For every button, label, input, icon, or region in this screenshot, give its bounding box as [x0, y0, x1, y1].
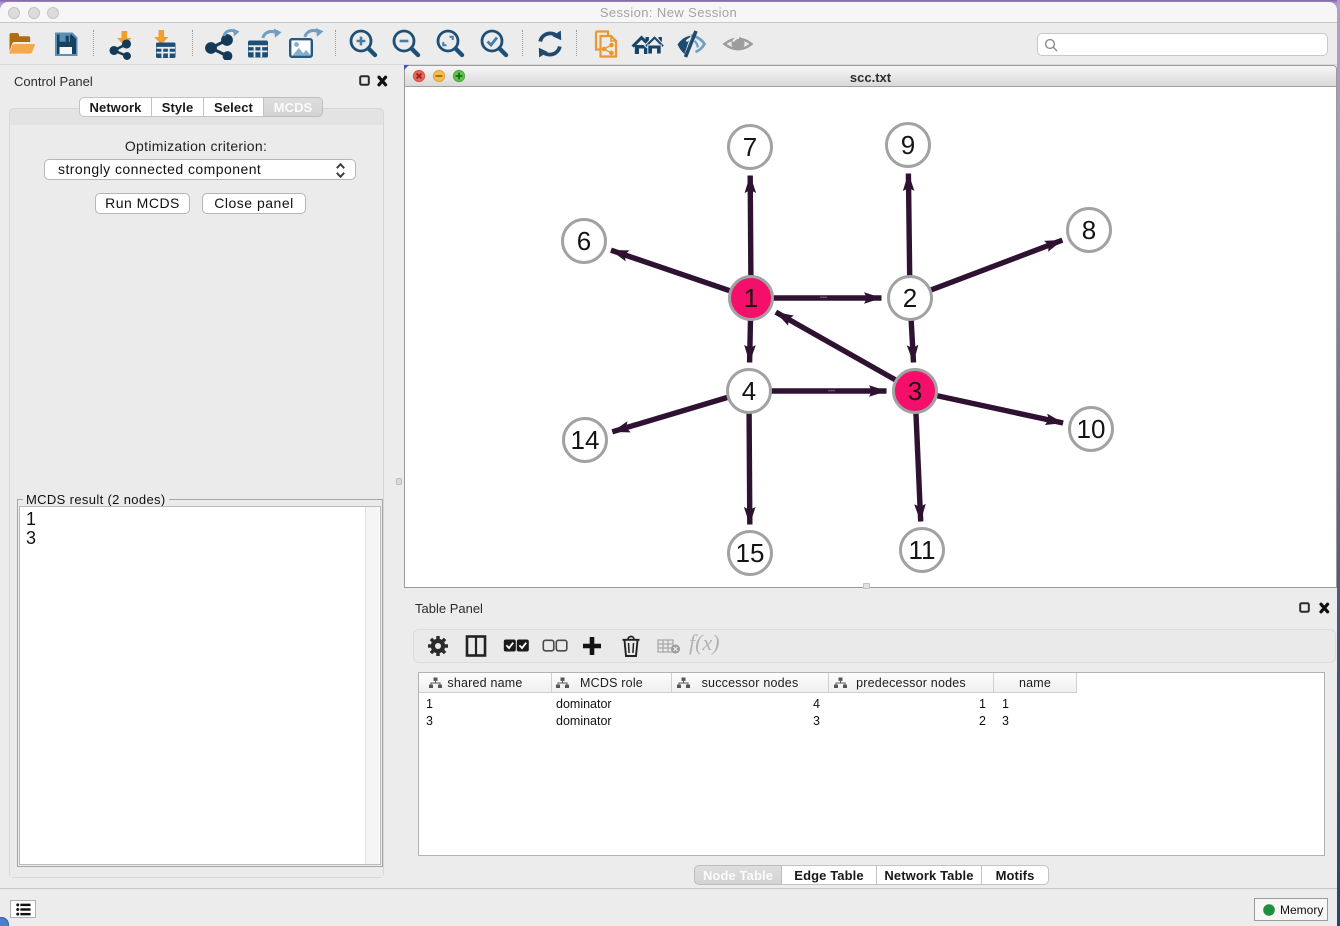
svg-text:1: 1	[744, 283, 758, 313]
svg-text:3: 3	[908, 376, 922, 406]
svg-text:11: 11	[909, 535, 936, 565]
svg-text:8: 8	[1082, 215, 1096, 245]
svg-text:7: 7	[743, 132, 757, 162]
svg-text:9: 9	[901, 130, 915, 160]
svg-text:10: 10	[1077, 414, 1106, 444]
svg-text:2: 2	[903, 283, 917, 313]
svg-text:6: 6	[577, 226, 591, 256]
svg-text:4: 4	[742, 376, 756, 406]
svg-text:15: 15	[736, 538, 765, 568]
svg-text:14: 14	[571, 425, 600, 455]
